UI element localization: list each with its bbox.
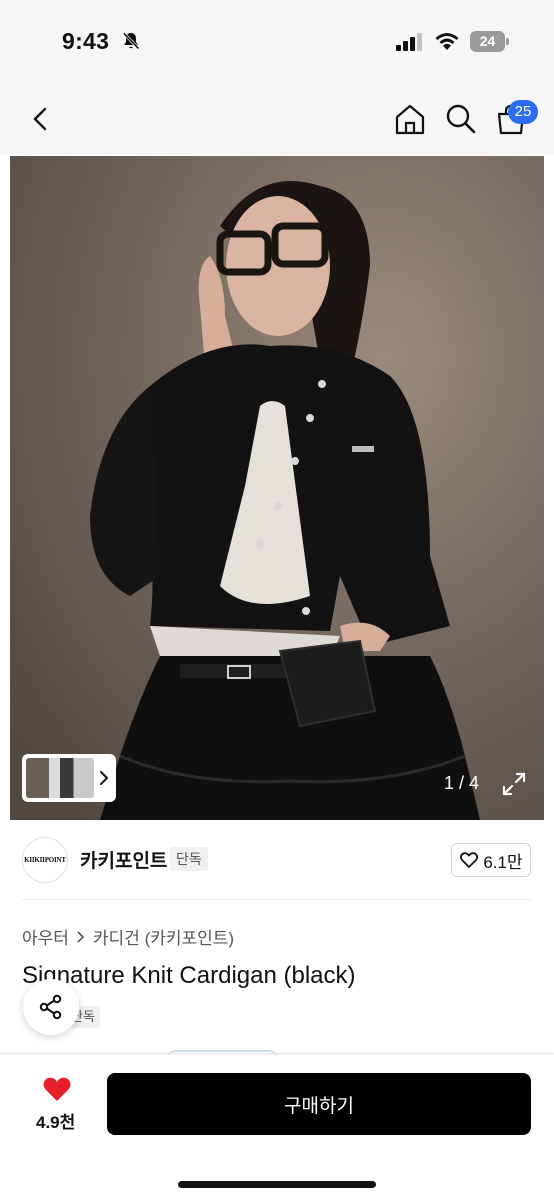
status-time: 9:43 (62, 28, 110, 54)
battery-tip (506, 38, 509, 45)
signal-icon (396, 33, 422, 51)
breadcrumb-subcategory[interactable]: 카디건 (카키포인트) (93, 924, 234, 949)
home-indicator (178, 1181, 376, 1188)
thumbnail-image[interactable] (26, 758, 94, 798)
battery-icon: 24 (470, 31, 510, 52)
share-button[interactable] (23, 979, 79, 1035)
bell-off-icon (122, 32, 140, 50)
expand-icon[interactable] (500, 770, 528, 798)
shop-like-count: 6.1만 (483, 852, 523, 872)
search-icon[interactable] (444, 102, 478, 136)
share-icon (39, 994, 62, 1020)
nav-bar (0, 80, 554, 155)
heart-outline-icon (460, 852, 479, 868)
wish-heart-shape (43, 1077, 71, 1101)
image-counter: 1 / 4 (444, 773, 480, 793)
back-icon[interactable] (24, 102, 58, 136)
wish-count: 4.9천 (36, 1113, 76, 1132)
wifi-icon (435, 33, 459, 50)
shop-like-button[interactable]: 6.1만 (451, 843, 531, 877)
chevron-right-icon[interactable] (96, 768, 112, 788)
battery-level: 24 (470, 31, 505, 52)
shop-logo[interactable]: KIIKIIPOINT (22, 837, 68, 883)
buy-button[interactable]: 구매하기 (107, 1073, 531, 1135)
section-divider (0, 1053, 554, 1054)
product-title: Signature Knit Cardigan (black) (22, 962, 356, 989)
breadcrumb-category[interactable]: 아우터 (22, 924, 69, 949)
chevron-right-icon (77, 930, 85, 943)
breadcrumb: 아우터 카디건 (카키포인트) (22, 924, 234, 949)
divider (22, 899, 532, 900)
product-photo (10, 156, 544, 820)
product-image[interactable] (10, 156, 544, 820)
status-bar: 9:43 24 (0, 0, 554, 80)
shop-name[interactable]: 카키포인트 (80, 846, 167, 873)
heart-filled-icon[interactable] (42, 1075, 72, 1103)
exclusive-tag: 단독 (170, 847, 208, 871)
cart-badge: 25 (508, 100, 538, 124)
home-icon[interactable] (393, 102, 427, 136)
